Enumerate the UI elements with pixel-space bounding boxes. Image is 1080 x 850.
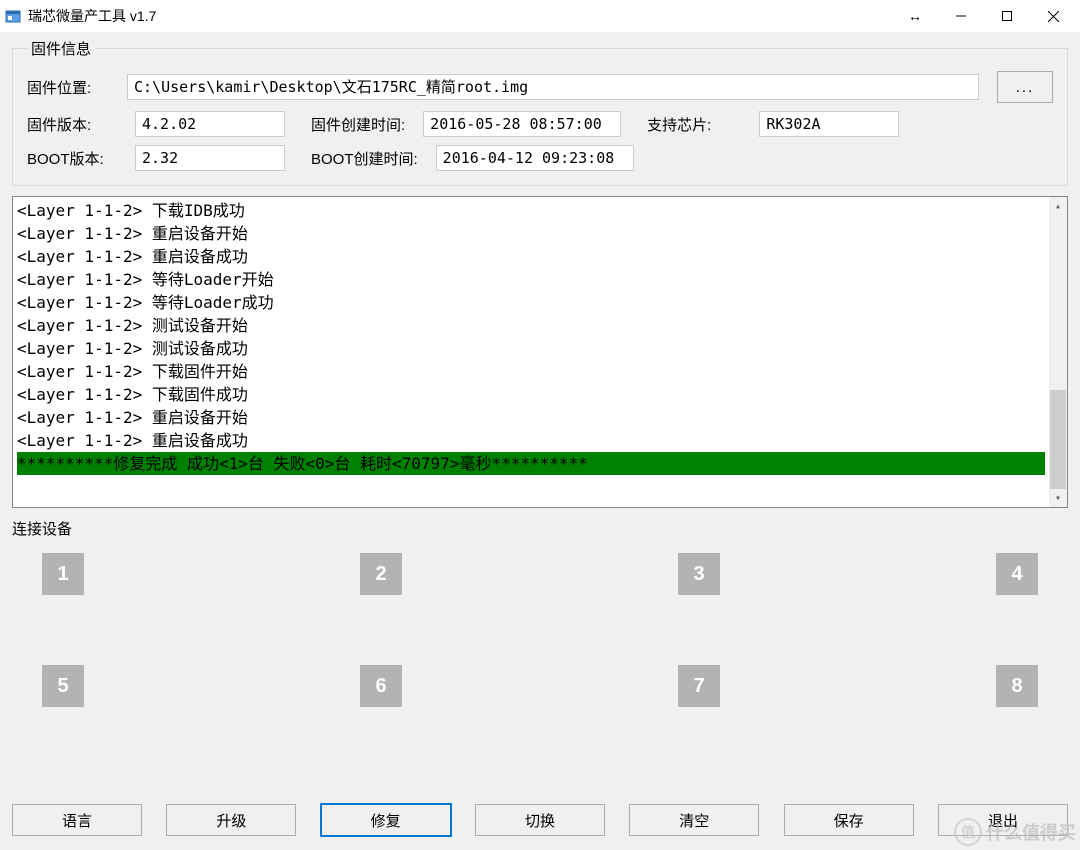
titlebar: 瑞芯微量产工具 v1.7 ↔ bbox=[0, 0, 1080, 32]
log-textarea[interactable]: <Layer 1-1-2> 下载IDB成功 <Layer 1-1-2> 重启设备… bbox=[12, 196, 1068, 508]
log-content: <Layer 1-1-2> 下载IDB成功 <Layer 1-1-2> 重启设备… bbox=[13, 197, 1049, 507]
chip-label: 支持芯片: bbox=[647, 114, 711, 135]
log-line: <Layer 1-1-2> 等待Loader成功 bbox=[17, 291, 1045, 314]
client-area: 固件信息 固件位置: C:\Users\kamir\Desktop\文石175R… bbox=[0, 32, 1080, 850]
devices-group: 连接设备 1 2 3 4 5 6 7 8 bbox=[12, 518, 1068, 713]
firmware-version-label: 固件版本: bbox=[27, 114, 127, 135]
switch-button[interactable]: 切换 bbox=[475, 804, 605, 836]
titlebar-extra-button[interactable]: ↔ bbox=[892, 0, 938, 32]
save-button[interactable]: 保存 bbox=[784, 804, 914, 836]
log-line: <Layer 1-1-2> 重启设备成功 bbox=[17, 429, 1045, 452]
upgrade-button[interactable]: 升级 bbox=[166, 804, 296, 836]
firmware-info-group: 固件信息 固件位置: C:\Users\kamir\Desktop\文石175R… bbox=[12, 38, 1068, 186]
device-slot-2[interactable]: 2 bbox=[360, 553, 402, 595]
scroll-down-icon[interactable]: ▾ bbox=[1049, 489, 1067, 507]
log-line: <Layer 1-1-2> 重启设备成功 bbox=[17, 245, 1045, 268]
maximize-button[interactable] bbox=[984, 0, 1030, 32]
chip-input[interactable]: RK302A bbox=[759, 111, 899, 137]
language-button[interactable]: 语言 bbox=[12, 804, 142, 836]
clear-button[interactable]: 清空 bbox=[629, 804, 759, 836]
boot-buildtime-input[interactable]: 2016-04-12 09:23:08 bbox=[436, 145, 634, 171]
firmware-info-legend: 固件信息 bbox=[27, 38, 95, 59]
boot-version-label: BOOT版本: bbox=[27, 148, 127, 169]
device-slot-3[interactable]: 3 bbox=[678, 553, 720, 595]
firmware-buildtime-label: 固件创建时间: bbox=[311, 114, 405, 135]
firmware-path-label: 固件位置: bbox=[27, 77, 127, 98]
device-slot-8[interactable]: 8 bbox=[996, 665, 1038, 707]
watermark-text: 什么值得买 bbox=[986, 819, 1076, 845]
close-button[interactable] bbox=[1030, 0, 1076, 32]
log-line: <Layer 1-1-2> 下载IDB成功 bbox=[17, 199, 1045, 222]
watermark: 值 什么值得买 bbox=[954, 818, 1076, 846]
bottom-toolbar: 语言 升级 修复 切换 清空 保存 退出 bbox=[12, 804, 1068, 836]
log-line: <Layer 1-1-2> 重启设备开始 bbox=[17, 406, 1045, 429]
device-slot-6[interactable]: 6 bbox=[360, 665, 402, 707]
firmware-buildtime-input[interactable]: 2016-05-28 08:57:00 bbox=[423, 111, 621, 137]
boot-buildtime-label: BOOT创建时间: bbox=[311, 148, 418, 169]
watermark-badge-icon: 值 bbox=[954, 818, 982, 846]
device-slot-5[interactable]: 5 bbox=[42, 665, 84, 707]
log-scrollbar[interactable]: ▴ ▾ bbox=[1049, 197, 1067, 507]
log-line: <Layer 1-1-2> 下载固件开始 bbox=[17, 360, 1045, 383]
log-line: <Layer 1-1-2> 测试设备开始 bbox=[17, 314, 1045, 337]
firmware-version-input[interactable]: 4.2.02 bbox=[135, 111, 285, 137]
log-result-line: **********修复完成 成功<1>台 失败<0>台 耗时<70797>毫秒… bbox=[17, 452, 1045, 475]
devices-legend: 连接设备 bbox=[12, 518, 1068, 539]
log-line: <Layer 1-1-2> 等待Loader开始 bbox=[17, 268, 1045, 291]
log-line: <Layer 1-1-2> 下载固件成功 bbox=[17, 383, 1045, 406]
log-line: <Layer 1-1-2> 重启设备开始 bbox=[17, 222, 1045, 245]
device-slot-4[interactable]: 4 bbox=[996, 553, 1038, 595]
device-slot-1[interactable]: 1 bbox=[42, 553, 84, 595]
boot-version-input[interactable]: 2.32 bbox=[135, 145, 285, 171]
scroll-up-icon[interactable]: ▴ bbox=[1049, 197, 1067, 215]
minimize-button[interactable] bbox=[938, 0, 984, 32]
app-icon bbox=[4, 7, 22, 25]
scroll-thumb[interactable] bbox=[1050, 390, 1066, 489]
log-line: <Layer 1-1-2> 测试设备成功 bbox=[17, 337, 1045, 360]
device-slot-7[interactable]: 7 bbox=[678, 665, 720, 707]
browse-button[interactable]: ... bbox=[997, 71, 1053, 103]
scroll-track[interactable] bbox=[1049, 215, 1067, 489]
repair-button[interactable]: 修复 bbox=[321, 804, 451, 836]
firmware-path-input[interactable]: C:\Users\kamir\Desktop\文石175RC_精简root.im… bbox=[127, 74, 979, 100]
window-title: 瑞芯微量产工具 v1.7 bbox=[28, 6, 156, 26]
